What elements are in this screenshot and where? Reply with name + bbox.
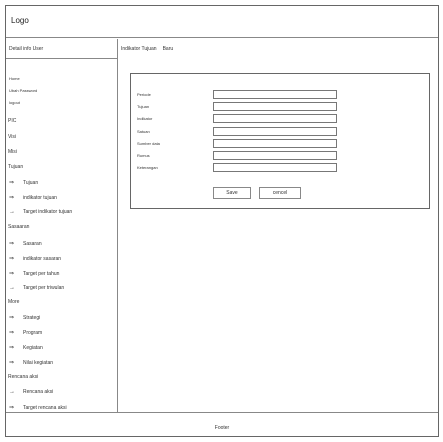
group-sasaran: Sasaaran (8, 224, 30, 230)
arrow-right-icon: ⇒ (9, 315, 15, 321)
sidebar-item-program[interactable]: ⇒ Program (9, 329, 42, 336)
logo: Logo (11, 16, 29, 25)
arrow-right-icon: ⇒ (9, 241, 15, 247)
sidebar-item-kegiatan[interactable]: ⇒ Kegiatan (9, 344, 43, 351)
sidebar-item-target-indikator-tujuan[interactable]: → Target indikator tujuan (9, 209, 72, 215)
group-rencana-aksi: Rencana aksi (8, 374, 39, 380)
sidebar-item-target-rencana-aksi[interactable]: ⇒ Target rencana aksi (9, 404, 67, 411)
logout-link[interactable]: logout (9, 100, 20, 105)
sidebar-item-visi[interactable]: Visi (8, 134, 16, 140)
sidebar-item-label: indikator tujuan (23, 195, 57, 201)
sidebar-item-label: indikator sasaran (23, 256, 62, 262)
sidebar-item-target-per-tahun[interactable]: ⇒ Target per tahun (9, 270, 59, 277)
sidebar-item-indikator-sasaran[interactable]: ⇒ indikator sasaran (9, 255, 61, 262)
group-tujuan: Tujuan (8, 164, 24, 170)
footer-text: Footer (214, 425, 230, 431)
sidebar-item-label: Nilai kegiatan (23, 360, 54, 366)
user-info-title: Detail info User (9, 46, 44, 52)
indikator-input[interactable] (213, 114, 337, 123)
arrow-right-icon: → (9, 285, 15, 291)
sidebar-item-label: Tujuan (23, 180, 39, 186)
keterangan-input[interactable] (213, 163, 337, 172)
sidebar-item-label: Target rencana aksi (23, 405, 67, 411)
change-password-link[interactable]: Ubah Password (9, 88, 37, 93)
app-frame: Logo Detail info User Home Ubah Password… (5, 5, 439, 437)
arrow-right-icon: → (9, 209, 15, 215)
arrow-right-icon: ⇒ (9, 345, 15, 351)
breadcrumb-action: Baru (162, 46, 174, 52)
sidebar-item-label: Target indikator tujuan (23, 209, 73, 215)
arrow-right-icon: → (9, 389, 15, 395)
tujuan-input[interactable] (213, 102, 337, 111)
main-content: Indikator Tujuan Baru Periode Tujuan Indi… (118, 39, 438, 412)
label-rumus: Rumus (137, 153, 150, 158)
group-more: More (8, 299, 20, 305)
label-keterangan: Keterangan (137, 165, 158, 170)
arrow-right-icon: ⇒ (9, 405, 15, 411)
home-link[interactable]: Home (9, 76, 20, 81)
footer: Footer (6, 412, 438, 436)
sidebar: Detail info User Home Ubah Password logo… (6, 39, 118, 412)
sidebar-item-label: Program (23, 330, 43, 336)
sidebar-item-target-per-triwulan[interactable]: → Target per triwulan (9, 285, 64, 291)
periode-input[interactable] (213, 90, 337, 99)
breadcrumb-section: Indikator Tujuan (121, 46, 157, 52)
arrow-right-icon: ⇒ (9, 180, 15, 186)
sidebar-item-strategi[interactable]: ⇒ Strategi (9, 314, 40, 321)
form-panel: Periode Tujuan Indikator Satuan Sumber d… (130, 73, 430, 209)
cancel-button[interactable]: cencel (259, 187, 301, 199)
rumus-input[interactable] (213, 151, 337, 160)
sidebar-item-label: Sasaran (23, 241, 42, 247)
arrow-right-icon: ⇒ (9, 195, 15, 201)
sidebar-item-label: Target per triwulan (23, 285, 65, 291)
save-button[interactable]: Save (213, 187, 251, 199)
sidebar-item-tujuan[interactable]: ⇒ Tujuan (9, 179, 38, 186)
sidebar-item-label: Strategi (23, 315, 41, 321)
sidebar-item-misi[interactable]: Misi (8, 149, 17, 155)
sidebar-item-nilai-kegiatan[interactable]: ⇒ Nilai kegiatan (9, 359, 53, 366)
header: Logo (6, 6, 438, 38)
label-tujuan: Tujuan (137, 104, 150, 109)
label-periode: Periode (137, 92, 151, 97)
sidebar-item-label: Kegiatan (23, 345, 43, 351)
label-indikator: Indikator (137, 116, 153, 121)
sidebar-item-pic[interactable]: PIC (8, 118, 16, 124)
arrow-right-icon: ⇒ (9, 360, 15, 366)
breadcrumb: Indikator Tujuan Baru (121, 46, 173, 52)
arrow-right-icon: ⇒ (9, 330, 15, 336)
sidebar-item-rencana-aksi[interactable]: → Rencana aksi (9, 389, 53, 395)
sidebar-item-label: Rencana aksi (23, 389, 54, 395)
label-sumber-data: Sumber data (137, 141, 160, 146)
divider (6, 58, 117, 59)
sumber-data-input[interactable] (213, 139, 337, 148)
sidebar-item-label: Target per tahun (23, 271, 60, 277)
sidebar-item-indikator-tujuan[interactable]: ⇒ indikator tujuan (9, 194, 57, 201)
satuan-input[interactable] (213, 127, 337, 136)
sidebar-item-sasaran[interactable]: ⇒ Sasaran (9, 240, 42, 247)
arrow-right-icon: ⇒ (9, 256, 15, 262)
arrow-right-icon: ⇒ (9, 271, 15, 277)
label-satuan: Satuan (137, 129, 150, 134)
